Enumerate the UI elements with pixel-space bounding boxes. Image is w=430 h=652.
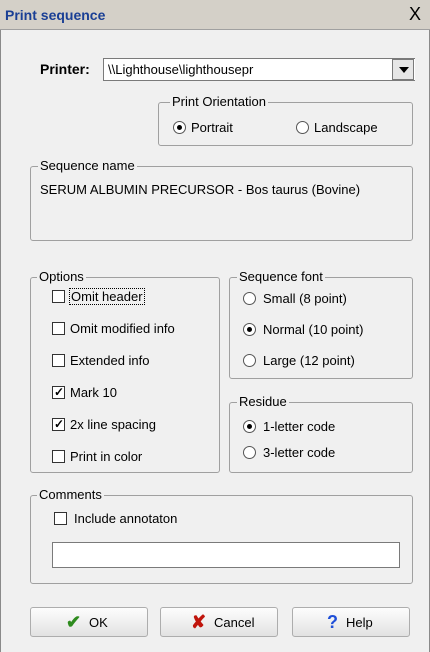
extended-info-box[interactable] (52, 354, 65, 367)
radio-selected-dot (247, 327, 252, 332)
sequence-font-legend: Sequence font (237, 269, 325, 284)
extended-info-label: Extended info (70, 353, 150, 368)
window-title: Print sequence (5, 7, 106, 23)
sequence-name-legend: Sequence name (38, 158, 137, 173)
printer-dropdown-button[interactable] (392, 59, 414, 80)
chevron-down-icon (399, 67, 409, 73)
mark-10-box[interactable]: ✓ (52, 385, 65, 399)
cancel-button[interactable]: ✘ Cancel (160, 607, 278, 637)
landscape-label: Landscape (314, 120, 378, 135)
ok-label: OK (89, 615, 108, 630)
line-spacing-box[interactable]: ✓ (52, 417, 65, 431)
omit-header-box[interactable] (52, 290, 65, 303)
three-letter-code-label: 3-letter code (263, 445, 336, 460)
include-annotation-label: Include annotaton (74, 511, 178, 526)
line-spacing-label: 2x line spacing (70, 417, 156, 432)
ok-button[interactable]: ✔ OK (30, 607, 148, 637)
comments-group (30, 495, 413, 584)
checkmark-icon: ✓ (54, 385, 65, 399)
three-letter-code-radio-circle[interactable] (243, 446, 256, 459)
cross-icon: ✘ (191, 612, 207, 632)
printer-label: Printer: (40, 61, 90, 77)
font-small-radio-circle[interactable] (243, 292, 256, 305)
landscape-radio-circle[interactable] (296, 121, 309, 134)
print-in-color-label: Print in color (70, 449, 143, 464)
check-icon: ✔ (66, 612, 82, 632)
printer-value: \\Lighthouse\lighthousepr (108, 62, 254, 77)
options-group (30, 277, 220, 473)
question-icon: ? (327, 612, 338, 632)
comments-input[interactable] (52, 542, 400, 568)
cancel-label: Cancel (214, 615, 255, 630)
help-button[interactable]: ? Help (292, 607, 410, 637)
font-large-label: Large (12 point) (263, 353, 355, 368)
omit-header-label: Omit header (69, 288, 145, 305)
mark-10-label: Mark 10 (70, 385, 117, 400)
omit-modified-info-label: Omit modified info (70, 321, 175, 336)
one-letter-code-radio-circle[interactable] (243, 420, 256, 433)
close-button[interactable]: X (403, 5, 427, 25)
print-orientation-legend: Print Orientation (170, 94, 268, 109)
font-normal-radio-circle[interactable] (243, 323, 256, 336)
residue-group (229, 402, 413, 473)
residue-legend: Residue (237, 394, 289, 409)
checkmark-icon: ✓ (54, 417, 65, 431)
title-bar: Print sequence X (0, 0, 430, 30)
font-normal-label: Normal (10 point) (263, 322, 364, 337)
comments-legend: Comments (37, 487, 104, 502)
print-in-color-box[interactable] (52, 450, 65, 463)
portrait-radio-circle[interactable] (173, 121, 186, 134)
help-label: Help (346, 615, 373, 630)
printer-select[interactable]: \\Lighthouse\lighthousepr (103, 58, 415, 81)
sequence-name-value: SERUM ALBUMIN PRECURSOR - Bos taurus (Bo… (40, 182, 361, 197)
include-annotation-box[interactable] (54, 512, 67, 525)
one-letter-code-label: 1-letter code (263, 419, 336, 434)
font-small-label: Small (8 point) (263, 291, 347, 306)
radio-selected-dot (247, 424, 252, 429)
omit-modified-info-box[interactable] (52, 322, 65, 335)
sequence-name-group (30, 166, 413, 241)
font-large-radio-circle[interactable] (243, 354, 256, 367)
portrait-label: Portrait (191, 120, 233, 135)
radio-selected-dot (177, 125, 182, 130)
options-legend: Options (37, 269, 86, 284)
